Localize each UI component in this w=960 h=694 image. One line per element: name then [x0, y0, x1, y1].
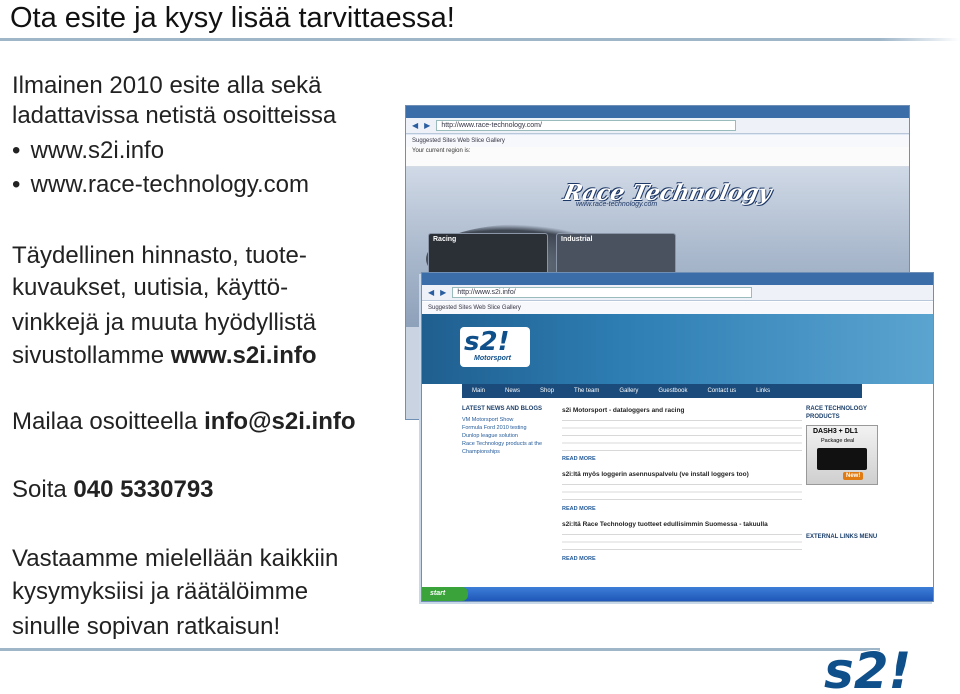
title-rule-fade	[880, 38, 960, 41]
article-filler	[562, 480, 802, 503]
menu-item-guestbook: Guestbook	[658, 388, 688, 394]
phone-text: Soita	[12, 476, 74, 503]
article-heading: s2i:ltä Race Technology tuotteet edullis…	[562, 521, 768, 528]
title-rule	[0, 38, 880, 41]
start-button: start	[422, 587, 468, 601]
s2-logo-text: s2!	[824, 642, 911, 694]
back-icon: ◀	[412, 121, 419, 130]
bottom-rule	[0, 648, 880, 651]
para-line-3: vinkkejä ja muuta hyödyllistä	[12, 309, 317, 336]
list-item: VM Motorsport Show	[462, 417, 514, 423]
bullet-dot-icon: •	[12, 171, 21, 198]
products-heading: RACE TECHNOLOGY PRODUCTS	[806, 406, 867, 420]
para-line-4: sivustollamme www.s2i.info	[12, 338, 317, 374]
slide-title: Ota esite ja kysy lisää tarvittaessa!	[10, 2, 455, 34]
menu-item-links: Links	[756, 388, 771, 394]
address-bar: http://www.s2i.info/	[452, 287, 753, 298]
bullet-race: • www.race-technology.com	[12, 167, 309, 203]
para-s2i-link[interactable]: www.s2i.info	[171, 342, 317, 369]
menu-item-gallery: Gallery	[619, 388, 639, 394]
dash-sub: Package deal	[821, 438, 855, 444]
article-filler	[562, 416, 802, 453]
dash-title: DASH3 + DL1	[813, 428, 858, 435]
race-logo-url: www.race-technology.com	[576, 201, 658, 208]
read-more-link: READ MORE	[562, 455, 596, 462]
bullet-s2i-link[interactable]: www.s2i.info	[31, 137, 164, 164]
article-heading: s2i Motorsport - dataloggers and racing	[562, 407, 685, 414]
browser-navbar: ◀ ▶ http://www.s2i.info/	[422, 285, 933, 301]
list-item: Formula Ford 2010 testing	[462, 425, 527, 431]
menu-item-contact: Contact us	[707, 388, 737, 394]
read-more-link: READ MORE	[562, 505, 596, 512]
list-item: Race Technology products at the	[462, 441, 543, 447]
mail-text: Mailaa osoitteella	[12, 408, 205, 435]
windows-taskbar: start	[422, 587, 933, 601]
s2i-logo-sub: Motorsport	[474, 355, 511, 362]
read-more-link: READ MORE	[562, 555, 596, 562]
back-icon: ◀	[428, 288, 435, 297]
racing-card-label: Racing	[433, 236, 457, 243]
bullet-s2i: • www.s2i.info	[12, 133, 164, 169]
article-filler	[562, 530, 802, 553]
menu-item-main: Main	[472, 388, 486, 394]
s2i-site-logo: s2! Motorsport	[460, 327, 530, 367]
phone-number[interactable]: 040 5330793	[73, 476, 213, 503]
mail-link[interactable]: info@s2i.info	[204, 408, 355, 435]
forward-icon: ▶	[424, 121, 431, 130]
s2i-menu: Main News Shop The team Gallery Guestboo…	[462, 384, 862, 398]
para-line-4-text: sivustollamme	[12, 342, 171, 369]
favorites-bar: Suggested Sites Web Slice Gallery	[422, 302, 933, 314]
content-column: s2i Motorsport - dataloggers and racing …	[562, 405, 802, 585]
external-heading: EXTERNAL LINKS MENU	[806, 534, 878, 540]
para-line-1: Täydellinen hinnasto, tuote-	[12, 242, 307, 269]
news-heading: LATEST NEWS AND BLOGS	[462, 406, 542, 412]
products-column: RACE TECHNOLOGY PRODUCTS DASH3 + DL1 Pac…	[806, 405, 884, 585]
industrial-card-label: Industrial	[561, 236, 593, 243]
s2i-screenshot: ◀ ▶ http://www.s2i.info/ Suggested Sites…	[421, 272, 934, 602]
closing-line-1: Vastaamme mielellään kaikkiin	[12, 545, 339, 572]
bullet-dot-icon: •	[12, 137, 21, 164]
browser-titlebar	[422, 273, 933, 285]
bullet-race-link[interactable]: www.race-technology.com	[31, 171, 309, 198]
forward-icon: ▶	[440, 288, 447, 297]
browser-titlebar	[406, 106, 909, 118]
article-heading: s2i:ltä myös loggerin asennuspalvelu (ve…	[562, 471, 749, 478]
browser-navbar: ◀ ▶ http://www.race-technology.com/	[406, 118, 909, 134]
new-badge: New!	[843, 472, 864, 480]
list-item: Championships	[462, 449, 500, 455]
closing-line-3: sinulle sopivan ratkaisun!	[12, 613, 281, 640]
s2-logo: s2!	[823, 641, 912, 694]
region-text: Your current region is:	[412, 148, 471, 154]
favorites-bar: Suggested Sites Web Slice Gallery	[406, 135, 909, 147]
menu-item-news: News	[505, 388, 521, 394]
address-bar: http://www.race-technology.com/	[436, 120, 737, 131]
region-bar: Your current region is:	[406, 147, 909, 167]
menu-item-shop: Shop	[540, 388, 555, 394]
dash-product: DASH3 + DL1 Package deal New!	[806, 425, 878, 485]
news-column: LATEST NEWS AND BLOGS VM Motorsport Show…	[462, 405, 552, 585]
menu-item-team: The team	[574, 388, 600, 394]
intro-line-2: ladattavissa netistä osoitteissa	[12, 102, 337, 129]
closing-line-2: kysymyksiisi ja räätälöimme	[12, 578, 309, 605]
s2i-logo-text: s2!	[464, 327, 510, 357]
list-item: Dunlop league solution	[462, 433, 518, 439]
mail-line: Mailaa osoitteella info@s2i.info	[12, 404, 356, 440]
phone-line: Soita 040 5330793	[12, 472, 214, 508]
para-line-2: kuvaukset, uutisia, käyttö-	[12, 274, 289, 301]
dash-screen	[817, 448, 867, 470]
